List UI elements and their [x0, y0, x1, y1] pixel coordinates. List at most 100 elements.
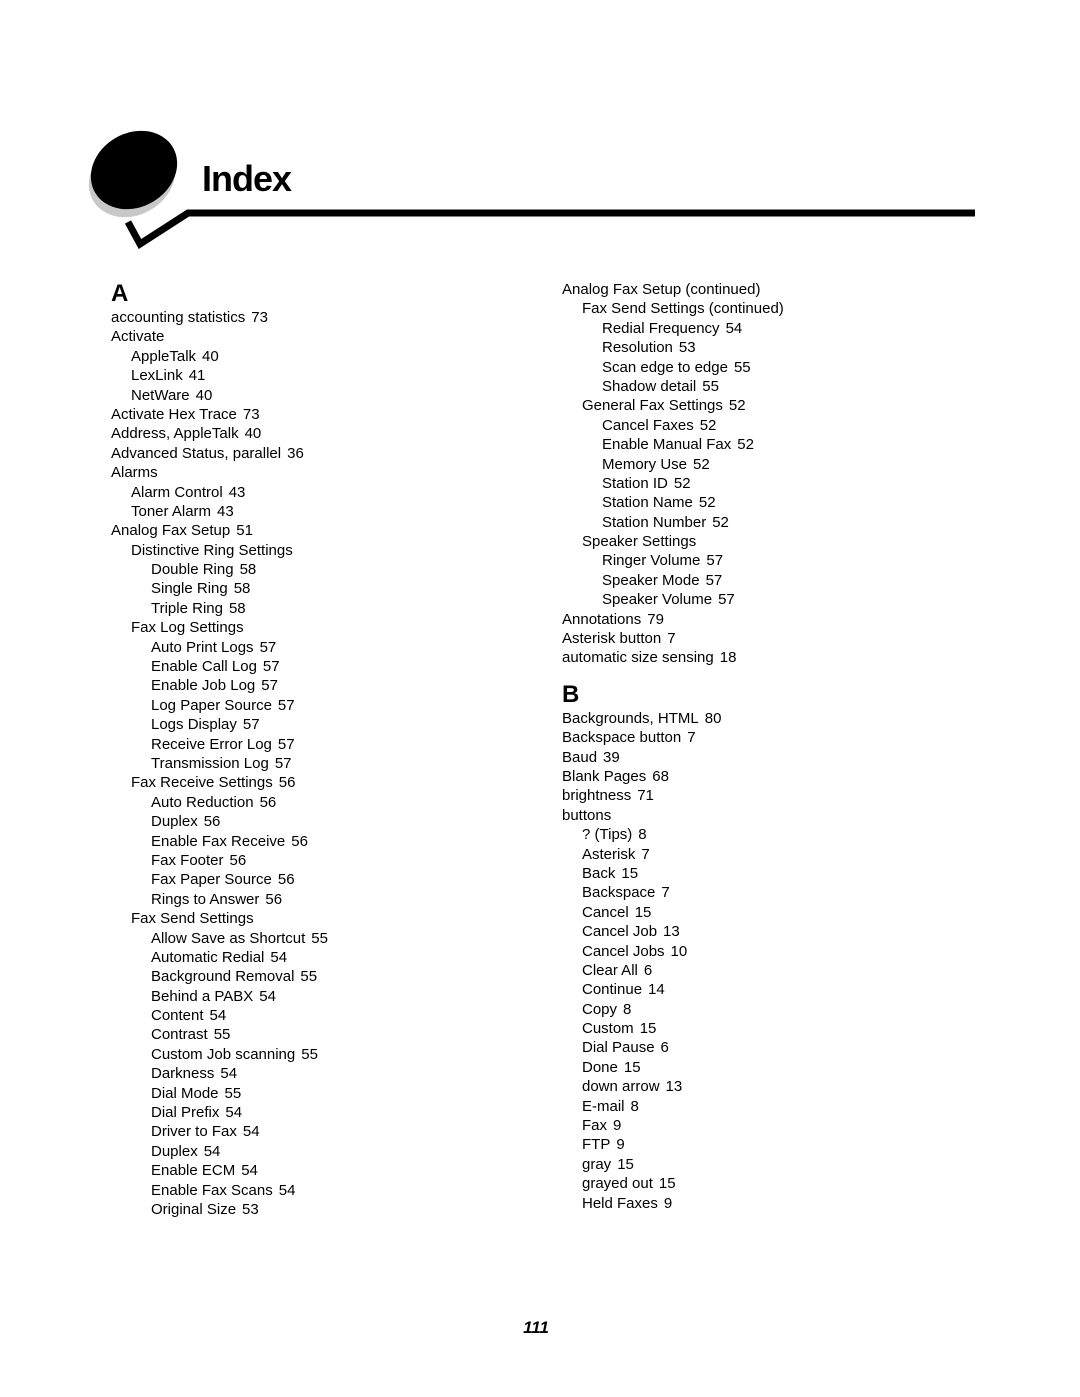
- page-reference-link[interactable]: 15: [635, 904, 652, 921]
- page-reference-link[interactable]: 57: [243, 716, 260, 733]
- page-reference-link[interactable]: 51: [236, 522, 253, 539]
- page-reference-link[interactable]: 43: [217, 503, 234, 520]
- page-reference-link[interactable]: 14: [648, 981, 665, 998]
- page-reference-link[interactable]: 57: [275, 755, 292, 772]
- page-reference-link[interactable]: 54: [270, 949, 287, 966]
- index-subsubentry: Contrast 55: [111, 1025, 531, 1044]
- page-reference-link[interactable]: 55: [301, 1046, 318, 1063]
- index-term: Analog Fax Setup: [111, 522, 231, 540]
- index-entry: Asterisk button 7: [562, 629, 982, 648]
- index-term: Content: [151, 1007, 204, 1025]
- page-reference-link[interactable]: 9: [664, 1195, 672, 1212]
- page-reference-link[interactable]: 15: [640, 1020, 657, 1037]
- page-reference-link[interactable]: 58: [234, 580, 251, 597]
- page-reference-link[interactable]: 7: [687, 729, 695, 746]
- page-reference-link[interactable]: 80: [705, 710, 722, 727]
- index-term: Continue: [582, 981, 643, 999]
- page-reference-link[interactable]: 9: [613, 1117, 621, 1134]
- page-reference-link[interactable]: 55: [225, 1085, 242, 1102]
- page-reference-link[interactable]: 55: [214, 1026, 231, 1043]
- page-reference-link[interactable]: 15: [624, 1059, 641, 1076]
- page-reference-link[interactable]: 54: [243, 1123, 260, 1140]
- page-reference-link[interactable]: 53: [242, 1201, 259, 1218]
- page-reference-link[interactable]: 7: [667, 630, 675, 647]
- page-reference-link[interactable]: 15: [617, 1156, 634, 1173]
- page-reference-link[interactable]: 41: [189, 367, 206, 384]
- page-reference-link[interactable]: 40: [202, 348, 219, 365]
- page-reference-link[interactable]: 55: [734, 359, 751, 376]
- page-reference-link[interactable]: 18: [720, 649, 737, 666]
- page-reference-link[interactable]: 53: [679, 339, 696, 356]
- page-reference-link[interactable]: 54: [210, 1007, 227, 1024]
- page-reference-link[interactable]: 57: [263, 658, 280, 675]
- index-subsubentry: Fax Paper Source 56: [111, 870, 531, 889]
- page-reference-link[interactable]: 57: [261, 677, 278, 694]
- page-reference-link[interactable]: 52: [693, 456, 710, 473]
- page-reference-link[interactable]: 55: [300, 968, 317, 985]
- page-reference-link[interactable]: 73: [243, 406, 260, 423]
- page-reference-link[interactable]: 8: [631, 1098, 639, 1115]
- page-reference-link[interactable]: 57: [706, 552, 723, 569]
- page-reference-link[interactable]: 40: [245, 425, 262, 442]
- page-reference-link[interactable]: 10: [671, 943, 688, 960]
- page-reference-link[interactable]: 56: [265, 891, 282, 908]
- page-reference-link[interactable]: 54: [241, 1162, 258, 1179]
- page-reference-link[interactable]: 6: [661, 1039, 669, 1056]
- page-reference-link[interactable]: 57: [260, 639, 277, 656]
- page-reference-link[interactable]: 54: [726, 320, 743, 337]
- page-reference-link[interactable]: 36: [287, 445, 304, 462]
- page-reference-link[interactable]: 13: [663, 923, 680, 940]
- page-reference-link[interactable]: 52: [674, 475, 691, 492]
- page-reference-link[interactable]: 71: [637, 787, 654, 804]
- page-reference-link[interactable]: 55: [311, 930, 328, 947]
- page-reference-link[interactable]: 13: [666, 1078, 683, 1095]
- page-reference-link[interactable]: 79: [647, 611, 664, 628]
- index-subsubentry: Triple Ring 58: [111, 599, 531, 618]
- index-term: Alarm Control: [131, 483, 223, 501]
- page-reference-link[interactable]: 15: [659, 1175, 676, 1192]
- page-reference-link[interactable]: 52: [700, 417, 717, 434]
- page-reference-link[interactable]: 56: [230, 852, 247, 869]
- index-term: Fax Log Settings: [131, 619, 244, 637]
- page-reference-link[interactable]: 56: [260, 794, 277, 811]
- index-entry: Analog Fax Setup (continued): [562, 280, 982, 299]
- index-subentry: Fax 9: [562, 1116, 982, 1135]
- index-term: down arrow: [582, 1078, 660, 1096]
- page-reference-link[interactable]: 15: [621, 865, 638, 882]
- page-reference-link[interactable]: 52: [699, 494, 716, 511]
- page-reference-link[interactable]: 58: [240, 561, 257, 578]
- index-term: Fax Paper Source: [151, 871, 272, 889]
- page-reference-link[interactable]: 43: [229, 484, 246, 501]
- page-reference-link[interactable]: 57: [278, 697, 295, 714]
- page-reference-link[interactable]: 7: [661, 884, 669, 901]
- page-reference-link[interactable]: 57: [278, 736, 295, 753]
- page-reference-link[interactable]: 8: [638, 826, 646, 843]
- page-reference-link[interactable]: 56: [279, 774, 296, 791]
- index-term: Baud: [562, 748, 598, 766]
- page-reference-link[interactable]: 9: [616, 1136, 624, 1153]
- page-reference-link[interactable]: 39: [603, 749, 620, 766]
- page-reference-link[interactable]: 52: [712, 514, 729, 531]
- page-reference-link[interactable]: 68: [652, 768, 669, 785]
- page-reference-link[interactable]: 8: [623, 1001, 631, 1018]
- page-reference-link[interactable]: 52: [729, 397, 746, 414]
- page-reference-link[interactable]: 55: [702, 378, 719, 395]
- page-reference-link[interactable]: 57: [718, 591, 735, 608]
- page-reference-link[interactable]: 58: [229, 600, 246, 617]
- page-reference-link[interactable]: 73: [251, 309, 268, 326]
- index-term: Blank Pages: [562, 767, 647, 785]
- page-reference-link[interactable]: 56: [291, 833, 308, 850]
- page-reference-link[interactable]: 52: [737, 436, 754, 453]
- page-reference-link[interactable]: 56: [204, 813, 221, 830]
- page-reference-link[interactable]: 54: [225, 1104, 242, 1121]
- page-reference-link[interactable]: 54: [279, 1182, 296, 1199]
- page-reference-link[interactable]: 40: [196, 387, 213, 404]
- index-entry: Backgrounds, HTML 80: [562, 709, 982, 728]
- page-reference-link[interactable]: 57: [706, 572, 723, 589]
- page-reference-link[interactable]: 54: [204, 1143, 221, 1160]
- page-reference-link[interactable]: 56: [278, 871, 295, 888]
- page-reference-link[interactable]: 7: [641, 846, 649, 863]
- page-reference-link[interactable]: 6: [644, 962, 652, 979]
- page-reference-link[interactable]: 54: [220, 1065, 237, 1082]
- page-reference-link[interactable]: 54: [259, 988, 276, 1005]
